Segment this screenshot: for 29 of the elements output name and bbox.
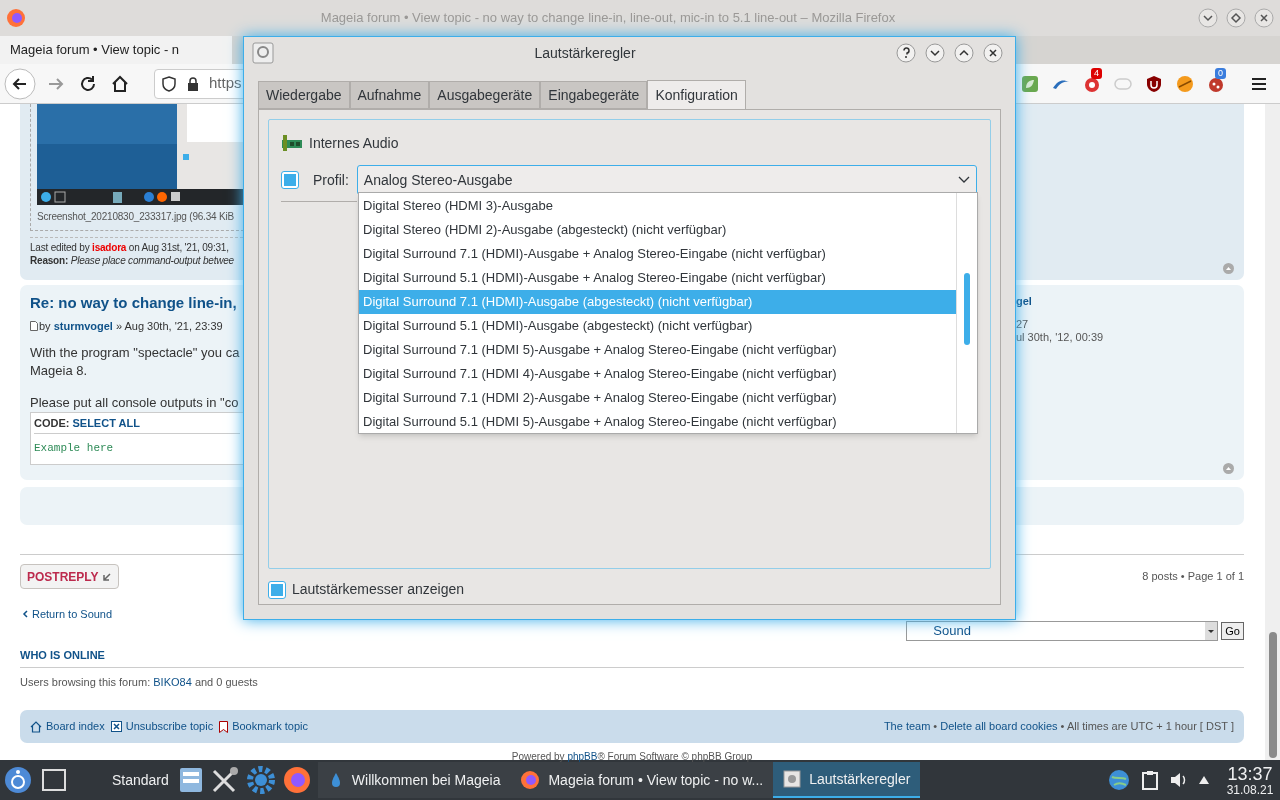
notification-badge: 0 [1215,67,1226,79]
profile-text: ul 30th, '12, 00:39 [1016,331,1104,344]
post-date: » Aug 30th, '21, 23:39 [115,318,223,334]
device-name: Internes Audio [309,133,399,153]
online-text: Users browsing this forum: [20,675,151,688]
edit-note-text: on Aug 31st, '21, 09:31, [128,242,229,253]
byline-text: by [39,318,51,334]
post-text: With the program "spectacle" you ca Mageia 8. [30,344,240,380]
bracket-text: ] [1230,719,1234,735]
profile-text: 27 [1016,318,1030,331]
notification-badge: 4 [1091,67,1102,79]
dialog-title: Lautstärkeregler [534,45,636,61]
code-text: Example here [34,441,115,456]
edit-reason: Reason: Please place command-output betwee [30,254,234,267]
profile-label: Profil: [313,170,349,190]
checkbox-label: Lautstärkemesser anzeigen [292,580,464,599]
dst-text: DST [1205,719,1228,735]
online-text: and 0 guests [194,675,258,688]
powered-text: Powered by [511,751,565,762]
attachment-caption: Screenshot_20210830_233317.jpg (96.34 KiB [37,210,234,224]
code-label: CODE: [34,415,70,431]
powered-text: ® Forum Software © phpBB Group [597,751,753,762]
section-heading: WHO IS ONLINE [20,648,106,663]
window-title: Mageia forum • View topic - no way to change line-in, line-out, mic-in to 5.1 line-out – Mozilla Firefox [320,10,896,26]
pagination-text: 8 posts • Page 1 of 1 [1142,569,1244,585]
post-text: Please put all console outputs in "co [30,394,239,412]
edit-note-text: Last edited by [30,242,90,253]
separator-text: • [933,719,938,735]
timezone-text: • All times are UTC + 1 hour [ [1060,719,1203,735]
